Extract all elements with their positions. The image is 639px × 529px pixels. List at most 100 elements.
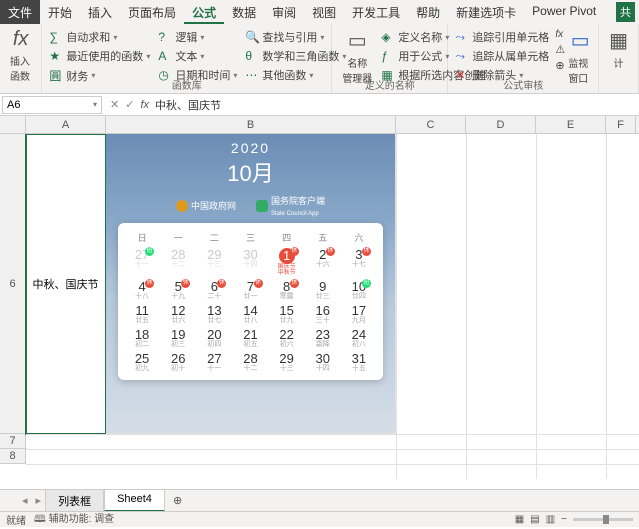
col-header-A[interactable]: A bbox=[26, 116, 106, 133]
dow-label: 一 bbox=[160, 231, 196, 244]
calendar-day: 27十一班 bbox=[124, 248, 160, 276]
define-icon: ◈ bbox=[381, 30, 395, 44]
menu-审阅[interactable]: 审阅 bbox=[264, 0, 304, 24]
emblem-icon bbox=[176, 200, 188, 212]
calendar-day: 11廿五 bbox=[124, 304, 160, 324]
view-normal-button[interactable]: ▦ bbox=[515, 514, 524, 525]
fx-icon: fx bbox=[13, 28, 29, 51]
watch-icon: ▭ bbox=[571, 28, 590, 53]
work-badge: 班 bbox=[362, 279, 371, 288]
error-check-button[interactable]: ⚠ bbox=[552, 42, 566, 57]
name-box[interactable]: A6▾ bbox=[2, 96, 102, 114]
calendar-day: 24初八 bbox=[341, 328, 377, 348]
text-button[interactable]: A文本▾ bbox=[155, 47, 240, 65]
app-icon bbox=[256, 200, 268, 212]
star-icon: ★ bbox=[49, 49, 63, 63]
autosum-button[interactable]: ∑自动求和▾ bbox=[46, 28, 153, 46]
cancel-formula-button[interactable]: ✕ bbox=[110, 98, 119, 111]
menu-数据[interactable]: 数据 bbox=[224, 0, 264, 24]
rest-badge: 休 bbox=[290, 279, 299, 288]
calendar-day: 20初四 bbox=[196, 328, 232, 348]
col-header-C[interactable]: C bbox=[396, 116, 466, 133]
logical-button[interactable]: ?逻辑▾ bbox=[155, 28, 240, 46]
insert-function-button[interactable]: fx 插入函数 bbox=[4, 26, 37, 85]
sheet-tab-Sheet4[interactable]: Sheet4 bbox=[104, 489, 165, 512]
recent-fn-button[interactable]: ★最近使用的函数▾ bbox=[46, 47, 153, 65]
chevron-down-icon: ▾ bbox=[93, 100, 97, 109]
share-button[interactable]: 共 bbox=[616, 2, 635, 22]
col-header-F[interactable]: F bbox=[606, 116, 636, 133]
row-header-8[interactable]: 8 bbox=[0, 449, 26, 464]
menu-Power Pivot[interactable]: Power Pivot bbox=[524, 0, 604, 24]
ribbon: fx 插入函数 ∑自动求和▾ ★最近使用的函数▾ 圓财务▾ ?逻辑▾ A文本▾ … bbox=[0, 24, 639, 94]
row-header-6[interactable]: 6 bbox=[0, 134, 26, 434]
calendar-day: 31十五 bbox=[341, 352, 377, 372]
menu-视图[interactable]: 视图 bbox=[304, 0, 344, 24]
menu-开始[interactable]: 开始 bbox=[40, 0, 80, 24]
menu-帮助[interactable]: 帮助 bbox=[408, 0, 448, 24]
group-label-audit: 公式审核 bbox=[448, 77, 598, 92]
sheet-tabs: ◂ ▸ 列表框Sheet4 ⊕ bbox=[0, 489, 639, 511]
calendar-day: 3十七休 bbox=[341, 248, 377, 276]
calendar-day: 28十二 bbox=[232, 352, 268, 372]
formula-input[interactable]: 中秋、国庆节 bbox=[155, 97, 221, 113]
col-header-D[interactable]: D bbox=[466, 116, 536, 133]
text-icon: A bbox=[158, 49, 172, 63]
add-sheet-button[interactable]: ⊕ bbox=[165, 494, 190, 507]
menu-新建选项卡[interactable]: 新建选项卡 bbox=[448, 0, 524, 24]
view-break-button[interactable]: ▥ bbox=[546, 514, 555, 525]
cell-A6[interactable]: 中秋、国庆节 bbox=[26, 134, 106, 434]
tab-nav-prev[interactable]: ◂ bbox=[18, 494, 32, 507]
calendar-day: 21初五 bbox=[232, 328, 268, 348]
menu-公式[interactable]: 公式 bbox=[184, 0, 224, 24]
calendar-day: 30十四 bbox=[232, 248, 268, 276]
trace-precedents-button[interactable]: ⤳追踪引用单元格 bbox=[452, 28, 552, 46]
menu-页面布局[interactable]: 页面布局 bbox=[120, 0, 184, 24]
row-header-7[interactable]: 7 bbox=[0, 434, 26, 449]
warn-icon: ⚠ bbox=[555, 43, 565, 56]
evaluate-button[interactable]: ⊕ bbox=[552, 58, 566, 73]
theta-icon: θ bbox=[245, 49, 259, 63]
gov-logo: 中国政府网 bbox=[176, 199, 236, 212]
accept-formula-button[interactable]: ✓ bbox=[125, 98, 134, 111]
calendar-day: 7廿一休 bbox=[232, 280, 268, 300]
insert-function-label: 插入函数 bbox=[10, 53, 31, 83]
col-header-B[interactable]: B bbox=[106, 116, 396, 133]
calendar-day: 27十一 bbox=[196, 352, 232, 372]
calendar-day: 1国庆节 中秋节休 bbox=[269, 248, 305, 276]
calendar-day: 26初十 bbox=[160, 352, 196, 372]
calendar-image: 2020 10月 中国政府网 国务院客户端State Council App 日… bbox=[106, 134, 395, 433]
fx-button[interactable]: fx bbox=[140, 99, 149, 111]
view-page-button[interactable]: ▤ bbox=[530, 514, 539, 525]
formula-bar-row: A6▾ ✕ ✓ fx 中秋、国庆节 bbox=[0, 94, 639, 116]
calendar-day: 25初九 bbox=[124, 352, 160, 372]
menu-file[interactable]: 文件 bbox=[0, 0, 40, 24]
zoom-slider[interactable] bbox=[573, 518, 633, 521]
zoom-out-button[interactable]: − bbox=[561, 514, 567, 525]
calendar-day: 4十八休 bbox=[124, 280, 160, 300]
calendar-day: 19初三 bbox=[160, 328, 196, 348]
calc-icon: ▦ bbox=[609, 28, 628, 53]
sheet-tab-列表框[interactable]: 列表框 bbox=[45, 489, 104, 512]
search-icon: 🔍 bbox=[245, 30, 259, 44]
calendar-day: 13廿七 bbox=[196, 304, 232, 324]
calendar-day: 29十三 bbox=[269, 352, 305, 372]
calendar-day: 16三十 bbox=[305, 304, 341, 324]
select-all-corner[interactable] bbox=[0, 116, 26, 133]
calendar-day: 6二十休 bbox=[196, 280, 232, 300]
calc-button[interactable]: ▦ 计 bbox=[603, 26, 634, 72]
status-bar: 就绪 🕮 辅助功能: 调查 ▦ ▤ ▥ − bbox=[0, 511, 639, 527]
col-header-E[interactable]: E bbox=[536, 116, 606, 133]
worksheet-grid[interactable]: 678 中秋、国庆节 2020 10月 中国政府网 国务院客户端State Co… bbox=[0, 134, 639, 479]
menu-bar: 文件 开始插入页面布局公式数据审阅视图开发工具帮助新建选项卡Power Pivo… bbox=[0, 0, 639, 24]
calendar-day: 8寒露休 bbox=[269, 280, 305, 300]
use-icon: ƒ bbox=[381, 49, 395, 63]
menu-插入[interactable]: 插入 bbox=[80, 0, 120, 24]
calendar-day: 22初六 bbox=[269, 328, 305, 348]
menu-开发工具[interactable]: 开发工具 bbox=[344, 0, 408, 24]
tab-nav-next[interactable]: ▸ bbox=[32, 494, 46, 507]
cell-B6[interactable]: 2020 10月 中国政府网 国务院客户端State Council App 日… bbox=[106, 134, 396, 434]
trace-dependents-button[interactable]: ⤳追踪从属单元格 bbox=[452, 47, 552, 65]
calendar-day: 17九月 bbox=[341, 304, 377, 324]
show-formulas-button[interactable]: fx bbox=[552, 28, 566, 41]
